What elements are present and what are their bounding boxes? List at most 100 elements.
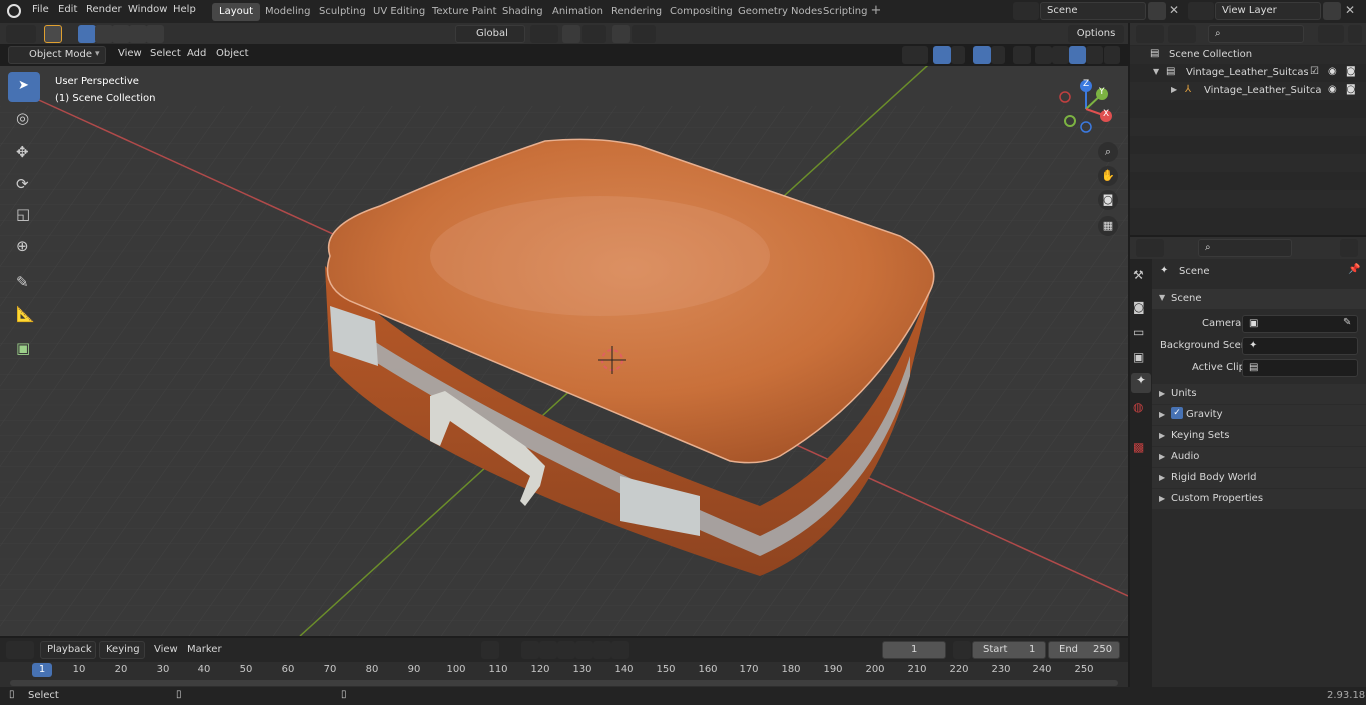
pin-icon[interactable]: 📌 [1348, 264, 1360, 275]
tab-sculpting[interactable]: Sculpting [312, 3, 373, 21]
next-keyframe-icon[interactable] [593, 641, 611, 659]
play-icon[interactable] [575, 641, 593, 659]
blender-logo-icon[interactable] [7, 4, 21, 18]
expand-arrow-icon[interactable]: ▼ [1153, 67, 1159, 76]
output-tab-icon[interactable]: ▭ [1133, 325, 1144, 339]
editor-type-icon[interactable] [6, 25, 36, 43]
measure-tool-icon[interactable]: 📐 [8, 300, 40, 330]
prev-keyframe-icon[interactable] [539, 641, 557, 659]
shading-wireframe-icon[interactable] [1035, 46, 1052, 64]
properties-options-icon[interactable] [1340, 239, 1358, 257]
object-mode-dropdown[interactable]: Object Mode ▾ [8, 46, 106, 64]
panel-audio[interactable]: ▶ Audio [1152, 447, 1366, 467]
annotate-tool-icon[interactable]: ✎ [8, 268, 40, 298]
proportional-editing-icon[interactable] [612, 25, 630, 43]
play-reverse-icon[interactable] [557, 641, 575, 659]
panel-gravity[interactable]: ▶ ✓ Gravity [1152, 405, 1366, 425]
snap-icon[interactable] [562, 25, 580, 43]
visibility-icon[interactable] [902, 46, 928, 64]
new-scene-icon[interactable] [1148, 2, 1166, 20]
outliner-editor-type-icon[interactable] [1136, 25, 1164, 43]
menu-window[interactable]: Window [128, 4, 167, 15]
tab-compositing[interactable]: Compositing [663, 3, 740, 21]
jump-start-icon[interactable] [521, 641, 539, 659]
overlays-dropdown-icon[interactable] [991, 46, 1005, 64]
jump-end-icon[interactable] [611, 641, 629, 659]
rotate-tool-icon[interactable]: ⟳ [8, 170, 40, 200]
pan-hand-icon[interactable]: ✋ [1098, 166, 1118, 186]
viewport-menu-add[interactable]: Add [187, 48, 206, 59]
select-box-tool-icon[interactable]: ➤ [8, 72, 40, 102]
select-invert-icon[interactable] [129, 25, 147, 43]
add-cube-tool-icon[interactable]: ▣ [8, 334, 40, 364]
viewport-menu-select[interactable]: Select [150, 48, 181, 59]
tab-modeling[interactable]: Modeling [258, 3, 318, 21]
viewport-menu-view[interactable]: View [118, 48, 142, 59]
menu-help[interactable]: Help [173, 4, 196, 15]
camera-view-icon[interactable]: ◙ [1098, 190, 1118, 210]
shading-solid-icon[interactable] [1052, 46, 1069, 64]
eyedropper-icon[interactable]: ✎ [1343, 317, 1351, 328]
background-scene-field[interactable]: ✦ [1242, 337, 1358, 355]
menu-render[interactable]: Render [86, 4, 122, 15]
tab-geometry-nodes[interactable]: Geometry Nodes [731, 3, 829, 21]
perspective-toggle-icon[interactable]: ▦ [1098, 216, 1118, 236]
select-tool-icon[interactable] [44, 25, 62, 43]
scrollbar[interactable] [10, 680, 1118, 686]
delete-view-layer-icon[interactable]: ✕ [1345, 3, 1355, 17]
preview-range-icon[interactable] [953, 641, 971, 659]
gizmo-dropdown-icon[interactable] [951, 46, 965, 64]
timeline-marker-menu[interactable]: Marker [187, 644, 222, 655]
select-new-icon[interactable] [78, 25, 96, 43]
viewport-menu-object[interactable]: Object [216, 48, 249, 59]
add-workspace-icon[interactable]: + [868, 3, 884, 19]
render-camera-icon[interactable]: ◙ [1346, 84, 1356, 95]
shading-rendered-icon[interactable] [1086, 46, 1103, 64]
texture-tab-icon[interactable]: ▩ [1133, 440, 1144, 454]
cursor-tool-icon[interactable]: ◎ [8, 104, 40, 134]
scale-tool-icon[interactable]: ◱ [8, 200, 40, 230]
xray-toggle-icon[interactable] [1013, 46, 1031, 64]
view-layer-selector-icon[interactable] [1188, 2, 1214, 20]
auto-keying-icon[interactable] [481, 641, 499, 659]
panel-keying-sets[interactable]: ▶ Keying Sets [1152, 426, 1366, 446]
world-tab-icon[interactable]: ◍ [1133, 400, 1143, 414]
properties-search-input[interactable]: ⌕ [1198, 239, 1292, 257]
move-tool-icon[interactable]: ✥ [8, 138, 40, 168]
eye-icon[interactable]: ◉ [1328, 84, 1337, 95]
menu-edit[interactable]: Edit [58, 4, 77, 15]
scene-panel-header[interactable]: ▼ Scene [1152, 289, 1366, 309]
filter-icon[interactable] [1318, 25, 1344, 43]
options-button[interactable]: Options [1068, 25, 1124, 43]
falloff-icon[interactable] [632, 25, 656, 43]
outliner-row-object[interactable]: ▶ ⅄ Vintage_Leather_Suitcas ◉ ◙ [1130, 82, 1366, 100]
select-subtract-icon[interactable] [112, 25, 130, 43]
active-clip-field[interactable]: ▤ [1242, 359, 1358, 377]
tab-scripting[interactable]: Scripting [816, 3, 874, 21]
display-mode-icon[interactable] [1168, 25, 1196, 43]
render-tab-icon[interactable]: ◙ [1133, 300, 1145, 314]
tab-animation[interactable]: Animation [545, 3, 610, 21]
camera-field[interactable]: ▣ ✎ [1242, 315, 1358, 333]
start-frame-field[interactable]: Start 1 [972, 641, 1046, 659]
end-frame-field[interactable]: End 250 [1048, 641, 1120, 659]
scene-tab-icon[interactable]: ✦ [1131, 373, 1151, 393]
tab-shading[interactable]: Shading [495, 3, 550, 21]
tab-layout[interactable]: Layout [212, 3, 260, 21]
eye-icon[interactable]: ◉ [1328, 66, 1337, 77]
transform-orientation-dropdown[interactable]: Global [455, 25, 525, 43]
shading-dropdown-icon[interactable] [1104, 46, 1120, 64]
3d-viewport[interactable]: User Perspective (1) Scene Collection Z … [0, 66, 1128, 636]
menu-file[interactable]: File [32, 4, 49, 15]
outliner-row-collection[interactable]: ▼ ▤ Vintage_Leather_Suitcase_00 ☑ ◉ ◙ [1130, 64, 1366, 82]
zoom-icon[interactable]: ⌕ [1098, 142, 1118, 162]
tab-uv-editing[interactable]: UV Editing [366, 3, 432, 21]
timeline-editor-type-icon[interactable] [6, 641, 34, 659]
new-collection-icon[interactable] [1348, 25, 1362, 43]
render-camera-icon[interactable]: ◙ [1346, 66, 1356, 77]
current-frame-field[interactable]: 1 [882, 641, 946, 659]
shading-material-icon[interactable] [1069, 46, 1086, 64]
panel-units[interactable]: ▶ Units [1152, 384, 1366, 404]
navigation-gizmo[interactable]: Z Y X [1055, 78, 1117, 140]
scene-selector-icon[interactable] [1013, 2, 1039, 20]
